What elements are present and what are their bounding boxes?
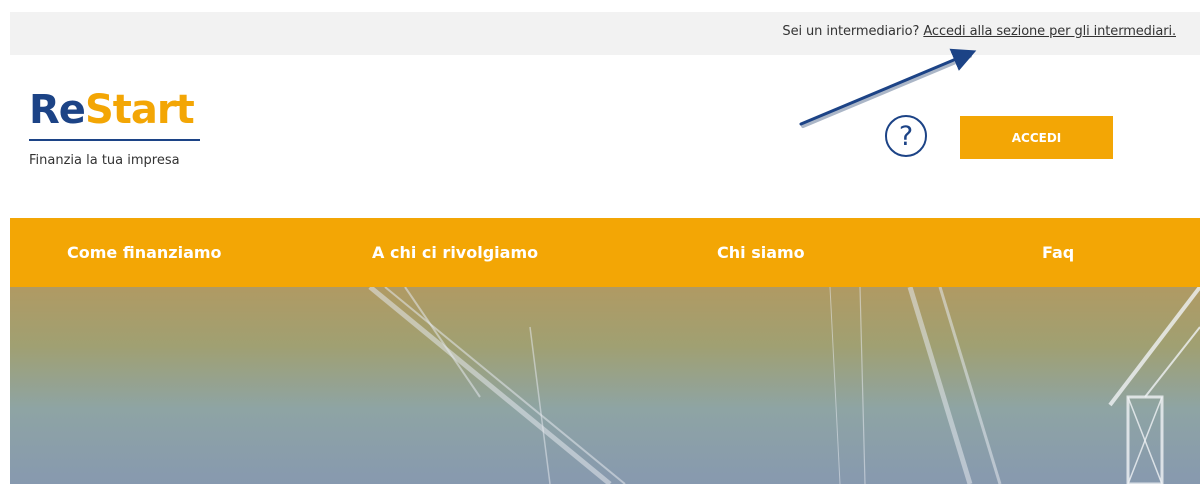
hero-image — [10, 287, 1200, 484]
nav-item-a-chi-ci-rivolgiamo[interactable]: A chi ci rivolgiamo — [372, 218, 538, 287]
nav-item-faq[interactable]: Faq — [1042, 218, 1074, 287]
nav-item-chi-siamo[interactable]: Chi siamo — [717, 218, 805, 287]
main-navigation: Come finanziamo A chi ci rivolgiamo Chi … — [10, 218, 1200, 287]
crane-silhouettes — [368, 287, 1200, 484]
page: Sei un intermediario? Accedi alla sezion… — [0, 0, 1200, 484]
nav-item-come-finanziamo[interactable]: Come finanziamo — [67, 218, 222, 287]
